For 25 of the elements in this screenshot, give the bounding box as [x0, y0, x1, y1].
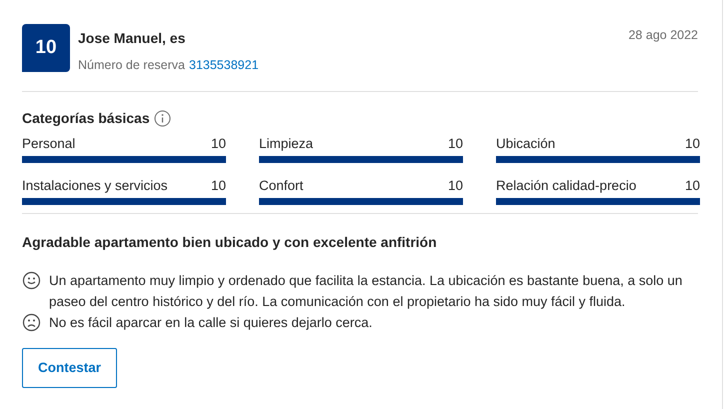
- category-name: Personal: [22, 134, 76, 153]
- category-name: Relación calidad-precio: [496, 176, 636, 195]
- booking-label: Número de reserva: [78, 57, 185, 74]
- smiley-icon: [22, 270, 41, 290]
- score-badge: 10: [22, 24, 70, 72]
- comment-text: Un apartamento muy limpio y ordenado que facilita la estancia. La ubicación es bastante buena, a solo un paseo del centro histórico y del río. La comunicación con el propietario ha sido muy fácil y fluida.: [49, 272, 684, 311]
- category-score: 10: [684, 134, 700, 153]
- category-score: 10: [448, 176, 463, 195]
- category-score: 10: [448, 134, 463, 153]
- comment-text: No es fácil aparcar en la calle si quieres dejarlo cerca.: [49, 314, 372, 332]
- reply-button[interactable]: Contestar: [22, 348, 118, 388]
- info-icon[interactable]: [154, 110, 171, 127]
- review-headline: Agradable apartamento bien ubicado y con excelente anfitrión: [22, 232, 438, 252]
- frown-icon: [22, 312, 41, 332]
- category-name: Ubicación: [496, 134, 556, 153]
- category-score: 10: [210, 134, 226, 153]
- booking-number-link[interactable]: 3135538921: [189, 56, 259, 75]
- category-name: Confort: [259, 176, 304, 195]
- section-title: Categorías básicas: [22, 108, 150, 128]
- category-name: Limpieza: [259, 134, 314, 153]
- category-score: 10: [210, 176, 226, 195]
- category-score: 10: [684, 176, 700, 195]
- category-name: Instalaciones y servicios: [22, 176, 168, 195]
- review-date: 28 ago 2022: [628, 27, 698, 44]
- reviewer-name: Jose Manuel, es: [78, 29, 186, 48]
